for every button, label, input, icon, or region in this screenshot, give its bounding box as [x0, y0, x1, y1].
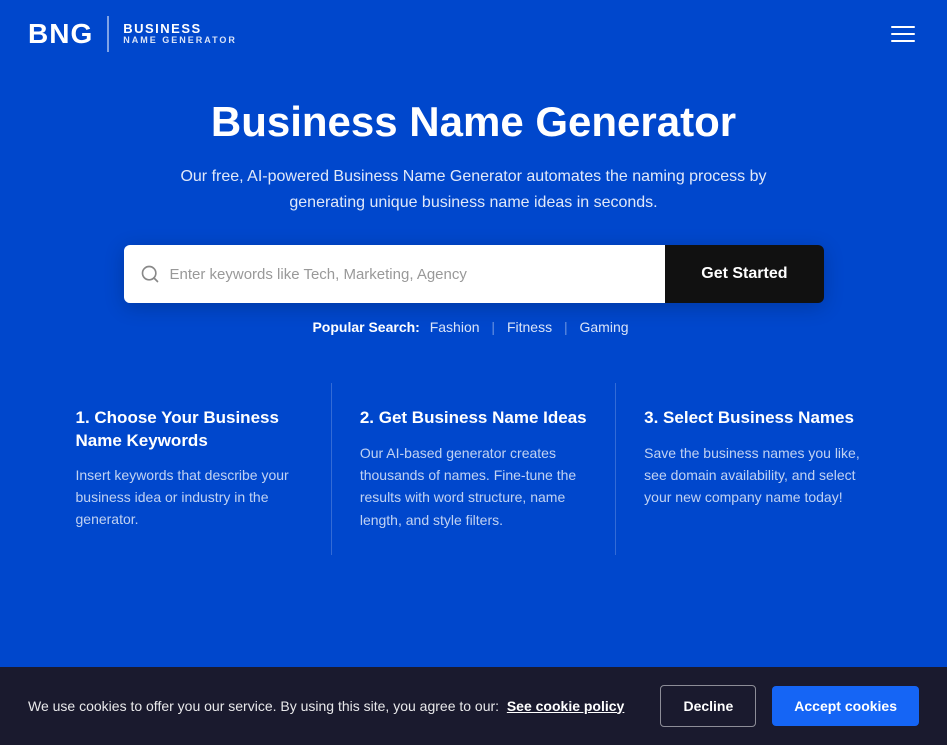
search-icon — [140, 264, 160, 284]
step-3-description: Save the business names you like, see do… — [644, 442, 871, 509]
separator-1: | — [491, 319, 495, 335]
search-bar: Get Started — [124, 245, 824, 303]
popular-search-gaming[interactable]: Gaming — [580, 319, 629, 335]
logo-name-gen-text: NAME GENERATOR — [123, 36, 237, 46]
step-2-description: Our AI-based generator creates thousands… — [360, 442, 587, 532]
hamburger-line-1 — [891, 26, 915, 28]
step-1-description: Insert keywords that describe your busin… — [76, 464, 303, 531]
step-card-3: 3. Select Business Names Save the busine… — [616, 383, 899, 555]
get-started-button[interactable]: Get Started — [665, 245, 823, 303]
cookie-text: We use cookies to offer you our service.… — [28, 696, 644, 717]
hamburger-line-3 — [891, 40, 915, 42]
cookie-policy-link[interactable]: See cookie policy — [507, 698, 625, 714]
cookie-banner: We use cookies to offer you our service.… — [0, 667, 947, 745]
hero-subtitle: Our free, AI-powered Business Name Gener… — [174, 164, 774, 215]
cookie-decline-button[interactable]: Decline — [660, 685, 756, 727]
separator-2: | — [564, 319, 568, 335]
step-card-2: 2. Get Business Name Ideas Our AI-based … — [332, 383, 616, 555]
logo-subtitle: BUSINESS NAME GENERATOR — [123, 22, 237, 46]
step-3-title: 3. Select Business Names — [644, 407, 871, 429]
logo-divider — [107, 16, 109, 52]
hamburger-line-2 — [891, 33, 915, 35]
logo: BNG BUSINESS NAME GENERATOR — [28, 16, 237, 52]
hamburger-menu[interactable] — [887, 22, 919, 46]
logo-bng-text: BNG — [28, 18, 93, 50]
popular-search: Popular Search: Fashion | Fitness | Gami… — [20, 319, 927, 335]
hero-title: Business Name Generator — [20, 98, 927, 146]
popular-search-fitness[interactable]: Fitness — [507, 319, 552, 335]
popular-search-label: Popular Search: — [312, 319, 419, 335]
steps-section: 1. Choose Your Business Name Keywords In… — [24, 383, 924, 555]
step-2-title: 2. Get Business Name Ideas — [360, 407, 587, 429]
logo-business-text: BUSINESS — [123, 22, 237, 36]
hero-section: Business Name Generator Our free, AI-pow… — [0, 68, 947, 383]
search-input-wrapper — [124, 245, 666, 303]
site-header: BNG BUSINESS NAME GENERATOR — [0, 0, 947, 68]
popular-search-fashion[interactable]: Fashion — [430, 319, 480, 335]
search-input[interactable] — [170, 248, 650, 301]
cookie-accept-button[interactable]: Accept cookies — [772, 686, 919, 726]
step-1-title: 1. Choose Your Business Name Keywords — [76, 407, 303, 451]
step-card-1: 1. Choose Your Business Name Keywords In… — [48, 383, 332, 555]
